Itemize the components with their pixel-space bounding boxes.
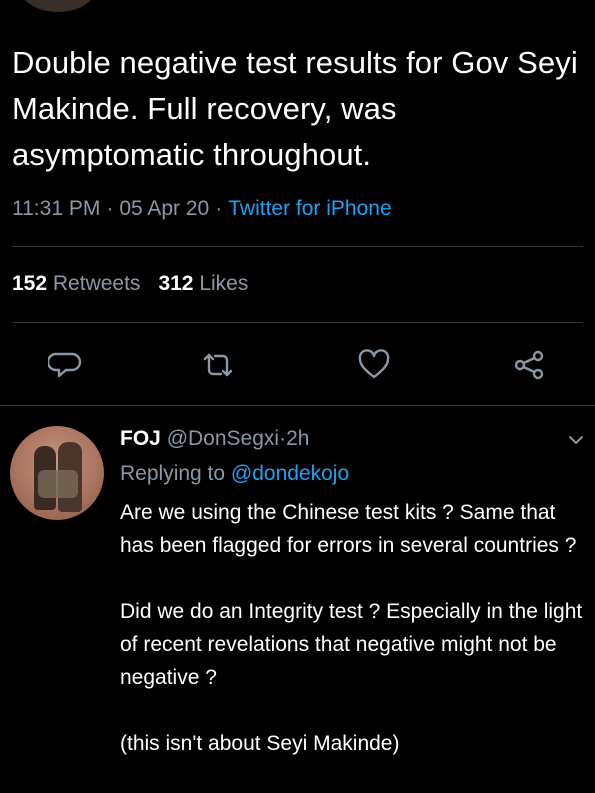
divider [12,322,583,323]
replying-to-line: Replying to @dondekojo [120,459,349,489]
replying-to-label: Replying to [120,462,226,485]
like-label: Likes [199,272,249,295]
heart-icon[interactable] [357,348,391,382]
tweet-stats: 152 Retweets 312 Likes [12,268,248,300]
reply-avatar[interactable] [10,426,104,520]
reply-header: FOJ @DonSegxi·2h [120,424,309,454]
retweet-icon[interactable] [201,348,235,382]
tweet-meta: 11:31 PM · 05 Apr 20 · Twitter for iPhone [12,193,392,225]
tweet-date: 05 Apr 20 [119,197,210,220]
share-icon[interactable] [512,348,546,382]
reply-paragraph: Are we using the Chinese test kits ? Sam… [120,501,577,557]
chevron-down-icon[interactable] [566,430,586,450]
meta-separator: · [106,197,114,220]
reply-paragraph: (this isn't about Seyi Makinde) [120,732,400,755]
replying-to-mention[interactable]: @dondekojo [231,462,349,485]
meta-separator: · [215,197,223,220]
reply-author-handle[interactable]: @DonSegxi [167,427,279,450]
reply-time: 2h [286,427,310,450]
avatar-detail [38,470,78,498]
likes-stat[interactable]: 312 Likes [158,272,248,295]
like-count: 312 [158,272,194,295]
tweet-action-bar [0,348,595,388]
divider [12,246,583,247]
tweet-time: 11:31 PM [12,197,101,220]
divider [0,405,595,406]
reply-author-name[interactable]: FOJ [120,427,161,450]
retweet-label: Retweets [52,272,141,295]
tweet-text: Double negative test results for Gov Sey… [12,45,578,172]
reply-separator: · [279,427,287,450]
tweet-source-link[interactable]: Twitter for iPhone [228,197,391,220]
reply-bubble-icon[interactable] [48,348,82,382]
reply-paragraph: Did we do an Integrity test ? Especially… [120,600,583,689]
reply-text: Are we using the Chinese test kits ? Sam… [120,496,590,793]
retweets-stat[interactable]: 152 Retweets [12,272,140,295]
author-avatar[interactable] [20,0,96,12]
retweet-count: 152 [12,272,48,295]
